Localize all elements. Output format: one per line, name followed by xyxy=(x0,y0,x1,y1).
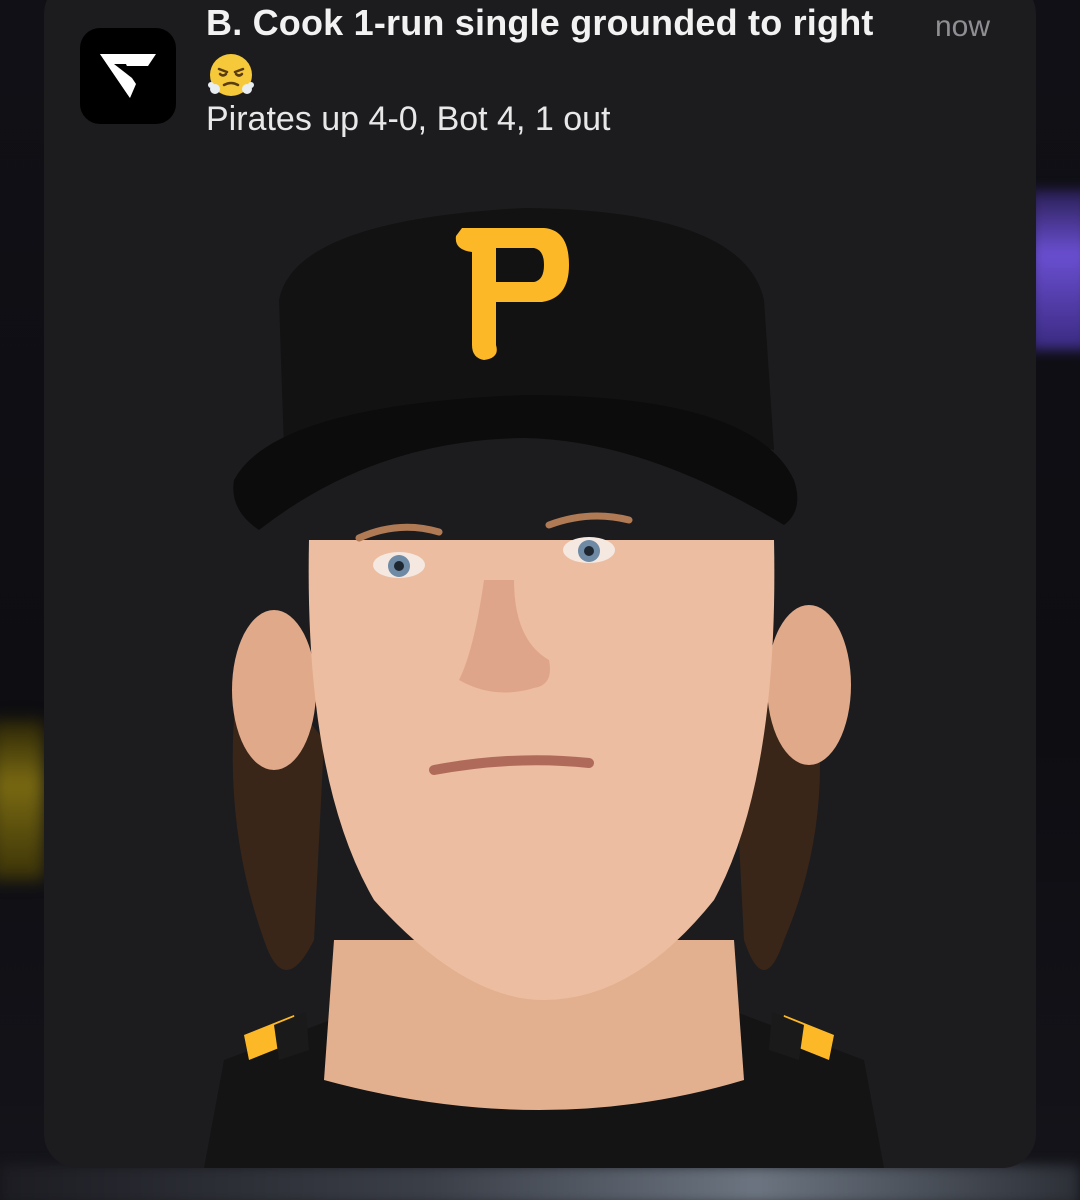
v-logo-icon xyxy=(100,54,156,98)
background-blur-purple xyxy=(1030,190,1080,350)
notification-title: B. Cook 1-run single grounded to right xyxy=(206,2,874,43)
background-blur-yellow xyxy=(0,720,45,880)
notification-timestamp: now xyxy=(934,10,990,43)
lock-screen: B. Cook 1-run single grounded to right n… xyxy=(0,0,1080,1200)
background-blur-bottom xyxy=(0,1165,1080,1200)
frustrated-face-icon xyxy=(208,54,254,96)
player-headshot-image xyxy=(204,208,884,1168)
notification-body: Pirates up 4-0, Bot 4, 1 out xyxy=(206,100,611,138)
notification-card[interactable]: B. Cook 1-run single grounded to right n… xyxy=(44,0,1036,1168)
app-icon xyxy=(80,28,176,124)
